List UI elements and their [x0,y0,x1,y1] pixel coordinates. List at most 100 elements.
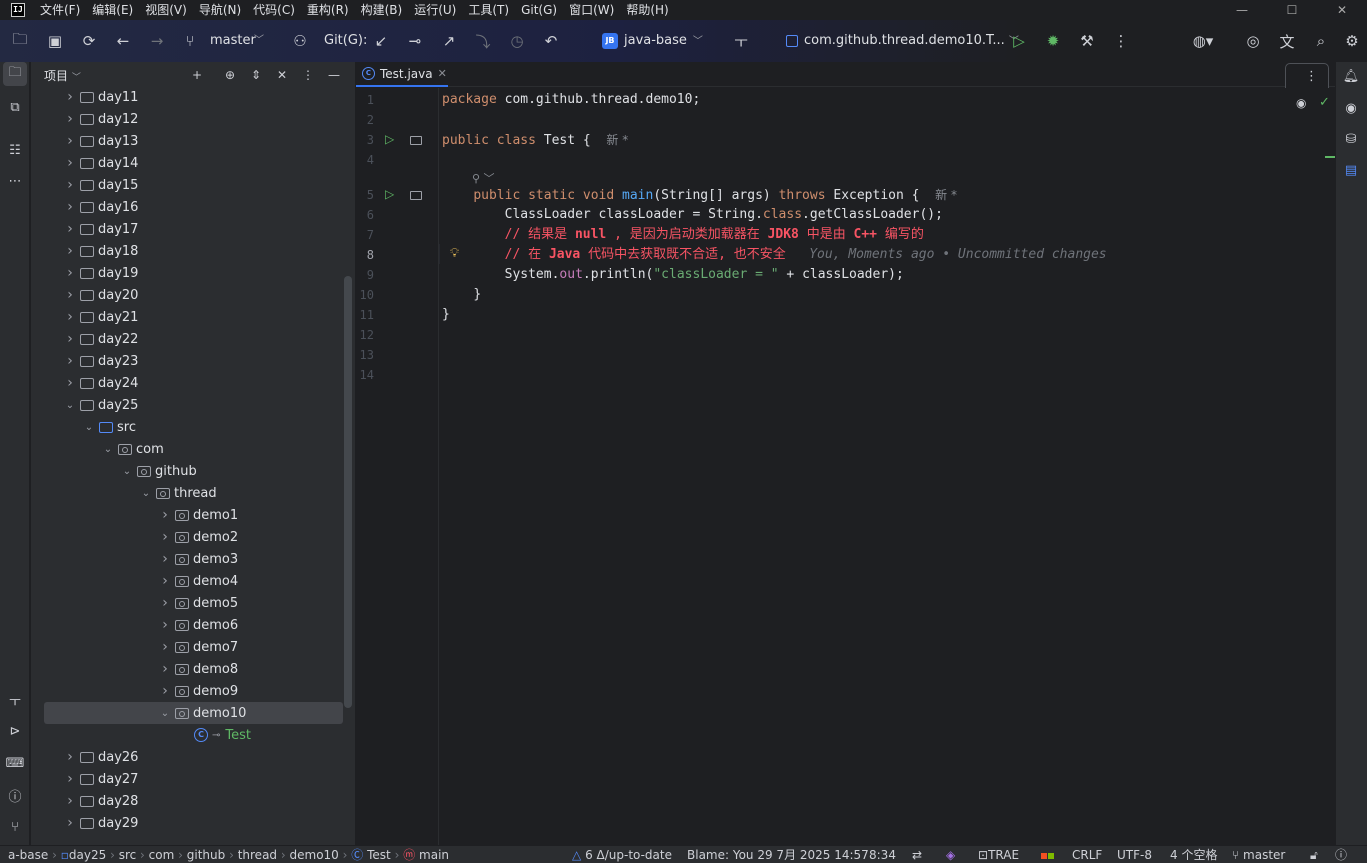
line-number[interactable]: 9 [356,265,374,285]
debug-icon[interactable]: ✹ [1036,24,1070,58]
menu-window[interactable]: 窗口(W) [563,0,620,20]
git-rollback-icon[interactable]: ↶ [534,24,568,58]
breadcrumb-item[interactable]: Test [367,848,391,862]
chevron-right-icon[interactable]: › [63,768,77,790]
chevron-right-icon[interactable]: › [63,746,77,768]
menu-tools[interactable]: 工具(T) [462,0,515,20]
breadcrumb-item[interactable]: thread [238,848,277,862]
run-config-selector[interactable]: com.github.thread.demo10.T... ﹀ [786,20,1019,62]
tree-item-day25[interactable]: ⌄ day25 [31,394,355,416]
minimize-icon[interactable]: — [1217,0,1267,20]
chevron-down-icon[interactable]: ⌄ [82,416,96,438]
tree-item-com[interactable]: ⌄ com [31,438,355,460]
project-panel-title[interactable]: 项目 ﹀ [44,67,81,84]
chevron-right-icon[interactable]: › [63,218,77,240]
tree-item-day28[interactable]: › day28 [31,790,355,812]
collapse-all-icon[interactable]: ✕ [272,65,292,85]
tree-item-demo3[interactable]: › demo3 [31,548,355,570]
no-problems-check-icon[interactable]: ✓ [1319,95,1330,110]
project-tool-icon[interactable]: 🗀 [3,62,27,86]
tab-test-java[interactable]: C Test.java ✕ [356,62,448,87]
vcs-status[interactable]: △ 6 Δ/up-to-date [572,846,672,863]
services-tool-icon[interactable]: ⊳ [3,719,27,743]
chevron-right-icon[interactable]: › [158,614,172,636]
caret-position[interactable]: 8:34 [869,846,896,863]
tree-item-day23[interactable]: › day23 [31,350,355,372]
breadcrumb-item[interactable]: com [149,848,175,862]
menu-navigate[interactable]: 导航(N) [193,0,247,20]
open-folder-icon[interactable]: 🗀 [3,24,37,58]
tree-item-demo1[interactable]: › demo1 [31,504,355,526]
chevron-right-icon[interactable]: › [63,328,77,350]
menu-view[interactable]: 视图(V) [139,0,193,20]
tree-item-src[interactable]: ⌄ src [31,416,355,438]
back-arrow-icon[interactable]: ← [106,24,140,58]
intellij-logo-icon[interactable]: IJ [11,3,25,17]
line-number[interactable]: 7 [356,225,374,245]
line-separator[interactable]: CRLF [1072,846,1102,863]
tree-item-day14[interactable]: › day14 [31,152,355,174]
more-vertical-icon[interactable]: ⋮ [1104,24,1138,58]
add-icon[interactable]: + [187,65,207,85]
chevron-right-icon[interactable]: › [158,570,172,592]
database-icon[interactable]: ⛁ [1339,127,1363,151]
line-number[interactable]: 3 [356,130,374,150]
commit-tool-icon[interactable]: ⧉ [3,95,27,119]
breadcrumb-item[interactable]: a-base [8,848,48,862]
tree-item-day24[interactable]: › day24 [31,372,355,394]
tree-item-day29[interactable]: › day29 [31,812,355,834]
chevron-right-icon[interactable]: › [158,636,172,658]
tree-item-test[interactable]: C ⊸ Test [31,724,355,746]
menu-git[interactable]: Git(G) [515,0,563,20]
line-number[interactable]: 8 [356,245,374,265]
ai-assistant-icon[interactable]: ◎ [1236,24,1270,58]
tree-item-day13[interactable]: › day13 [31,130,355,152]
tree-item-day17[interactable]: › day17 [31,218,355,240]
chevron-right-icon[interactable]: › [63,790,77,812]
git-merge-icon[interactable]: ⤵ [466,24,500,58]
sync-icon[interactable]: ⟳ [72,24,106,58]
menu-code[interactable]: 代码(C) [247,0,301,20]
breadcrumb-item[interactable]: demo10 [290,848,339,862]
chevron-down-icon[interactable]: ⌄ [63,394,77,416]
breadcrumb-item[interactable]: src [119,848,137,862]
lightbulb-icon[interactable]: 💡︎ [450,246,459,261]
git-commit-icon[interactable]: ⊸ [398,24,432,58]
chevron-down-icon[interactable]: ⌄ [120,460,134,482]
chevron-right-icon[interactable]: › [63,152,77,174]
settings-gear-icon[interactable]: ⚙ [1338,24,1366,58]
chevron-right-icon[interactable]: › [63,812,77,834]
menu-edit[interactable]: 编辑(E) [86,0,139,20]
code-editor[interactable]: package com.github.thread.demo10; public… [440,88,1335,845]
shuffle-icon[interactable]: ⇄ [912,846,922,863]
tree-item-demo10[interactable]: ⌄ demo10 [44,702,343,724]
line-number[interactable]: 4 [356,150,374,170]
chevron-right-icon[interactable]: › [158,592,172,614]
lock-icon[interactable]: 🔓︎ [1310,846,1318,863]
chevron-right-icon[interactable]: › [158,680,172,702]
blame-status[interactable]: Blame: You 29 7月 2025 14:57 [687,846,869,863]
tree-item-github[interactable]: ⌄ github [31,460,355,482]
git-history-icon[interactable]: ◷ [500,24,534,58]
forward-arrow-icon[interactable]: → [140,24,174,58]
chevron-right-icon[interactable]: › [158,526,172,548]
tree-item-demo4[interactable]: › demo4 [31,570,355,592]
close-window-icon[interactable]: ✕ [1317,0,1367,20]
terminal-tool-icon[interactable]: ⌨ [3,751,27,775]
chevron-right-icon[interactable]: › [158,548,172,570]
ai-chat-icon[interactable]: ◉ [1339,96,1363,120]
breadcrumb-item[interactable]: github [187,848,225,862]
menu-run[interactable]: 运行(U) [408,0,462,20]
run-icon[interactable]: ▷ [1002,24,1036,58]
chevron-right-icon[interactable]: › [63,350,77,372]
error-stripe-marker[interactable] [1325,156,1335,158]
maven-icon[interactable]: ▤ [1339,158,1363,182]
build-hammer-icon[interactable]: ⚒ [1070,24,1104,58]
tree-item-demo2[interactable]: › demo2 [31,526,355,548]
chevron-right-icon[interactable]: › [63,108,77,130]
structure-tool-icon[interactable]: ☷ [3,138,27,162]
chevron-right-icon[interactable]: › [63,262,77,284]
tree-item-day16[interactable]: › day16 [31,196,355,218]
more-tools-icon[interactable]: ⋯ [3,169,27,193]
chevron-right-icon[interactable]: › [63,196,77,218]
